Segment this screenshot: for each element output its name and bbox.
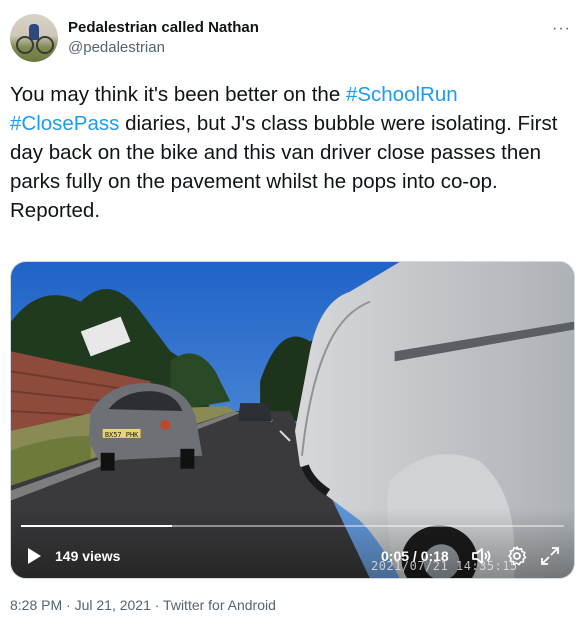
- hashtag-link-closepass[interactable]: #ClosePass: [10, 112, 119, 135]
- tweet-text: You may think it's been better on the #S…: [10, 80, 575, 225]
- tweet-card: Pedalestrian called Nathan @pedalestrian…: [0, 0, 585, 625]
- video-progress-fill: [21, 525, 172, 527]
- avatar-wheel-shape: [36, 36, 54, 54]
- video-progress-bar[interactable]: [21, 525, 564, 527]
- view-count: 149 views: [55, 548, 121, 564]
- more-horizontal-icon[interactable]: ···: [552, 20, 571, 38]
- tweet-header: Pedalestrian called Nathan @pedalestrian…: [10, 12, 575, 64]
- author-handle[interactable]: @pedalestrian: [68, 38, 259, 58]
- tweet-metadata[interactable]: 8:28 PM · Jul 21, 2021 · Twitter for And…: [10, 596, 276, 614]
- author-display-name[interactable]: Pedalestrian called Nathan: [68, 18, 259, 38]
- avatar[interactable]: [10, 14, 58, 62]
- volume-icon[interactable]: [469, 544, 493, 568]
- settings-gear-icon[interactable]: [505, 544, 529, 568]
- video-time: 0:05 / 0:18: [381, 548, 449, 564]
- play-icon[interactable]: [25, 547, 43, 565]
- fullscreen-icon[interactable]: [538, 544, 562, 568]
- author-names[interactable]: Pedalestrian called Nathan @pedalestrian: [68, 18, 259, 58]
- tweet-text-segment: You may think it's been better on the: [10, 83, 346, 106]
- video-player[interactable]: BX57 PHK 149 views 2021/07/21 14:35:15 0…: [10, 261, 575, 579]
- hashtag-link-schoolrun[interactable]: #SchoolRun: [346, 83, 458, 106]
- avatar-wheel-shape: [16, 36, 34, 54]
- license-plate: BX57 PHK: [105, 431, 139, 439]
